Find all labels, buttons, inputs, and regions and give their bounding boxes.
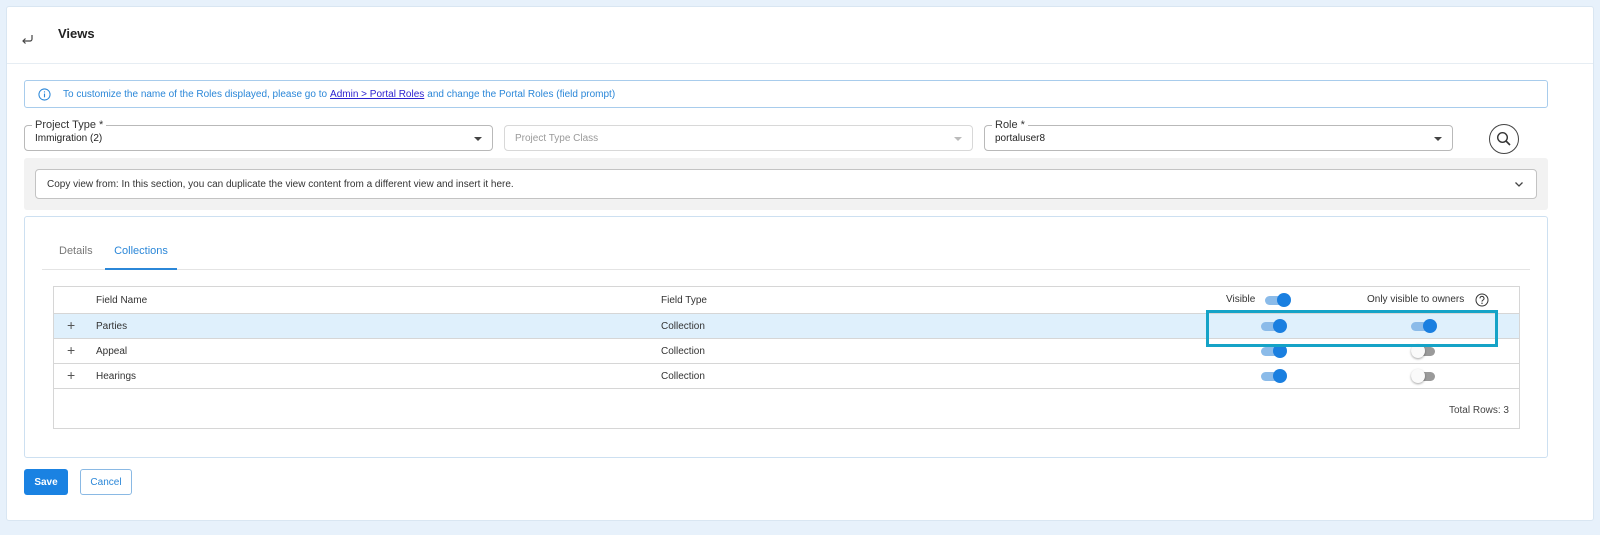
caret-down-icon bbox=[474, 137, 482, 141]
tab-bar: Details Collections bbox=[42, 241, 1530, 270]
info-text-after: and change the Portal Roles (field promp… bbox=[427, 88, 616, 100]
search-icon bbox=[1496, 131, 1511, 146]
role-value: portaluser8 bbox=[995, 133, 1046, 144]
portal-roles-link[interactable]: Admin > Portal Roles bbox=[330, 89, 424, 100]
role-select[interactable]: Role * portaluser8 bbox=[984, 119, 1453, 151]
tab-collections[interactable]: Collections bbox=[105, 241, 177, 270]
return-arrow-icon[interactable] bbox=[20, 31, 36, 47]
caret-down-icon bbox=[1434, 137, 1442, 141]
expand-icon[interactable]: + bbox=[67, 343, 75, 357]
project-type-class-placeholder: Project Type Class bbox=[515, 133, 599, 144]
views-page: Views To customize the name of the Roles… bbox=[6, 6, 1594, 521]
row-field-name: Hearings bbox=[96, 371, 137, 382]
only-owners-toggle[interactable] bbox=[1411, 369, 1437, 383]
visible-toggle[interactable] bbox=[1261, 369, 1287, 383]
info-text-before: To customize the name of the Roles displ… bbox=[63, 88, 328, 100]
role-label: Role * bbox=[992, 119, 1028, 131]
copy-view-text: Copy view from: In this section, you can… bbox=[47, 179, 514, 190]
tab-details[interactable]: Details bbox=[59, 241, 105, 270]
view-panel: Details Collections Field Name Field Typ… bbox=[24, 216, 1548, 458]
visible-all-toggle[interactable] bbox=[1265, 293, 1291, 307]
copy-view-dropdown[interactable]: Copy view from: In this section, you can… bbox=[35, 169, 1537, 199]
column-only-owners: Only visible to owners bbox=[1367, 294, 1465, 305]
project-type-class-select[interactable]: Project Type Class bbox=[504, 125, 973, 151]
cancel-button[interactable]: Cancel bbox=[80, 469, 132, 495]
column-visible: Visible bbox=[1226, 294, 1256, 305]
expand-icon[interactable]: + bbox=[67, 318, 75, 332]
row-field-type: Collection bbox=[661, 346, 705, 357]
copy-view-section: Copy view from: In this section, you can… bbox=[24, 158, 1548, 210]
expand-icon[interactable]: + bbox=[67, 368, 75, 382]
info-icon bbox=[38, 87, 51, 101]
column-field-type: Field Type bbox=[661, 295, 707, 306]
highlight-box bbox=[1206, 310, 1498, 347]
help-icon[interactable] bbox=[1475, 293, 1489, 307]
info-banner: To customize the name of the Roles displ… bbox=[24, 80, 1548, 108]
chevron-down-icon bbox=[1515, 182, 1523, 187]
total-rows: Total Rows: 3 bbox=[1448, 405, 1509, 416]
page-title: Views bbox=[58, 26, 95, 41]
project-type-select[interactable]: Project Type * Immigration (2) bbox=[24, 119, 493, 151]
project-type-label: Project Type * bbox=[32, 119, 107, 131]
row-field-name: Appeal bbox=[96, 346, 128, 357]
table-row[interactable]: + Hearings Collection bbox=[54, 364, 1519, 389]
row-field-type: Collection bbox=[661, 371, 705, 382]
page-header: Views bbox=[7, 7, 1593, 64]
project-type-value: Immigration (2) bbox=[35, 133, 103, 144]
column-field-name: Field Name bbox=[96, 295, 148, 306]
collections-grid: Field Name Field Type Visible Only visib… bbox=[53, 286, 1520, 429]
row-field-name: Parties bbox=[96, 321, 128, 332]
save-button[interactable]: Save bbox=[24, 469, 68, 495]
row-field-type: Collection bbox=[661, 321, 705, 332]
caret-down-icon bbox=[954, 137, 962, 141]
search-button[interactable] bbox=[1489, 124, 1519, 154]
